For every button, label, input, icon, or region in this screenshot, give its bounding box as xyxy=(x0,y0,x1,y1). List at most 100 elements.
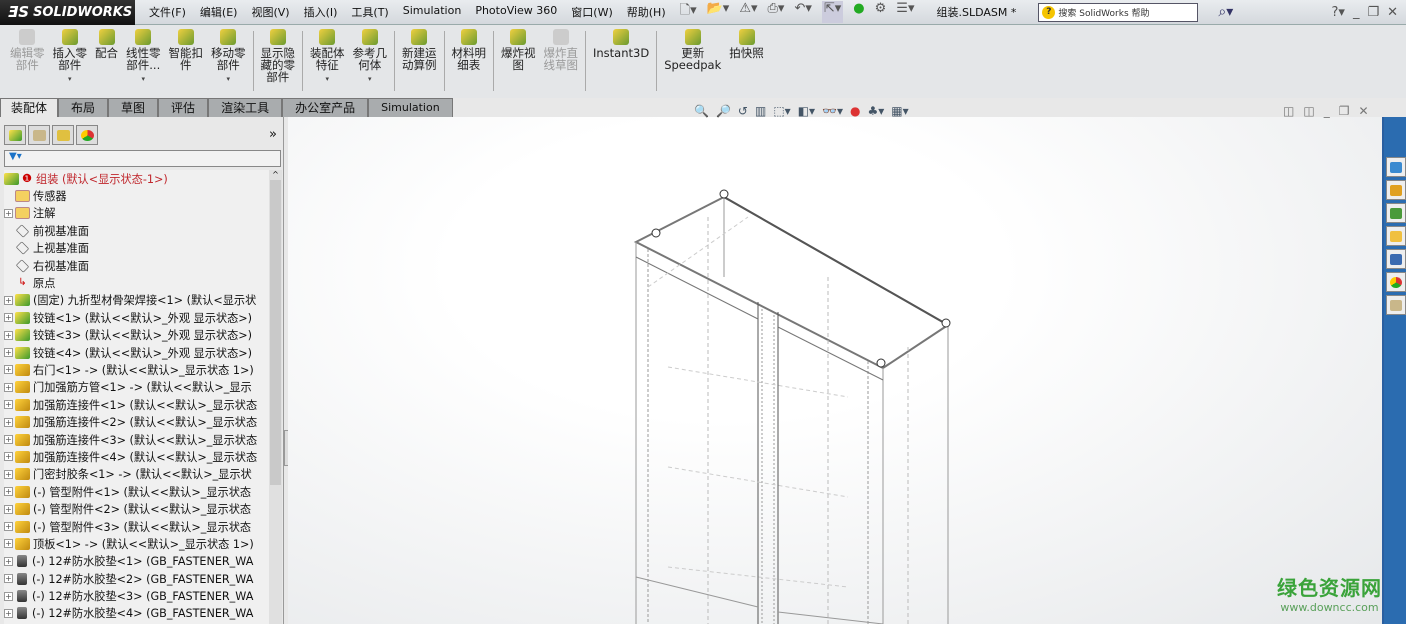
zoom-to-area-icon[interactable]: 🔎 xyxy=(716,104,731,118)
open-icon[interactable]: 📂▾ xyxy=(707,1,730,23)
minimize-icon[interactable]: _ xyxy=(1353,5,1360,20)
expand-icon[interactable]: + xyxy=(4,330,13,340)
dropdown-icon[interactable]: ▾ xyxy=(141,73,145,85)
tree-item[interactable]: + 门密封胶条<1> -> (默认<<默认>_显示状 xyxy=(4,466,269,483)
menu-item[interactable]: 插入(I) xyxy=(304,4,338,20)
tile-left-icon[interactable]: ◫ xyxy=(1283,104,1294,118)
command-button[interactable]: 编辑零 部件 xyxy=(6,29,49,71)
appearances-tab[interactable] xyxy=(1386,272,1406,292)
expand-icon[interactable]: + xyxy=(4,382,13,392)
command-button[interactable]: 智能扣 件 xyxy=(165,29,208,71)
dropdown-icon[interactable]: ▾ xyxy=(226,73,230,85)
help-dropdown-icon[interactable]: ?▾ xyxy=(1332,5,1345,20)
tree-item[interactable]: + (-) 管型附件<1> (默认<<默认>_显示状态 xyxy=(4,483,269,500)
expand-icon[interactable]: + xyxy=(4,348,13,358)
expand-icon[interactable]: + xyxy=(4,400,13,410)
tree-item[interactable]: + 加强筋连接件<3> (默认<<默认>_显示状态 xyxy=(4,431,269,448)
tree-item[interactable]: 前视基准面 xyxy=(4,222,269,239)
tree-item[interactable]: + (-) 12#防水胶垫<2> (GB_FASTENER_WA xyxy=(4,570,269,587)
expand-icon[interactable]: + xyxy=(4,295,13,305)
command-button[interactable]: 爆炸直 线草图 xyxy=(540,29,583,71)
tile-right-icon[interactable]: ◫ xyxy=(1303,104,1314,118)
command-button[interactable]: 移动零 部件 ▾ xyxy=(207,29,250,85)
zoom-to-fit-icon[interactable]: 🔍 xyxy=(694,104,709,118)
tree-item[interactable]: 右视基准面 xyxy=(4,257,269,274)
new-icon[interactable]: 🗋▾ xyxy=(680,1,697,23)
command-button[interactable]: 材料明 细表 xyxy=(448,29,491,71)
help-search-input[interactable]: ? 搜索 SolidWorks 帮助 xyxy=(1038,2,1199,22)
tab[interactable]: 渲染工具 xyxy=(208,98,283,117)
select-icon[interactable]: ⇱▾ xyxy=(821,1,844,23)
options-icon[interactable]: ⚙ xyxy=(875,1,887,23)
tab[interactable]: 布局 xyxy=(58,98,109,117)
section-view-icon[interactable]: ▥ xyxy=(755,104,766,118)
display-manager-tab[interactable] xyxy=(76,125,98,145)
tree-scrollbar[interactable]: ^ xyxy=(269,170,282,624)
dropdown-icon[interactable]: ▾ xyxy=(68,73,72,85)
undo-icon[interactable]: ↶▾ xyxy=(794,1,811,23)
tree-root[interactable]: ❶ 组装 (默认<显示状态-1>) xyxy=(4,170,269,187)
menu-item[interactable]: 文件(F) xyxy=(149,4,186,20)
graphics-viewport[interactable] xyxy=(288,117,1382,624)
configurationmanager-tab[interactable] xyxy=(52,125,74,145)
tree-item[interactable]: + (-) 12#防水胶垫<3> (GB_FASTENER_WA xyxy=(4,587,269,604)
command-button[interactable]: 爆炸视 图 xyxy=(497,29,540,71)
view-settings-icon[interactable]: ▦▾ xyxy=(891,104,908,118)
close-doc-icon[interactable]: ✕ xyxy=(1358,104,1368,118)
expand-icon[interactable]: + xyxy=(4,504,13,514)
scene-icon[interactable]: ♣▾ xyxy=(868,104,885,118)
tree-item[interactable]: + 铰链<3> (默认<<默认>_外观 显示状态>) xyxy=(4,327,269,344)
expand-icon[interactable]: + xyxy=(4,208,13,218)
file-explorer-tab[interactable] xyxy=(1386,203,1406,223)
tree-item[interactable]: + (-) 12#防水胶垫<4> (GB_FASTENER_WA xyxy=(4,605,269,622)
command-button[interactable]: 参考几 何体 ▾ xyxy=(349,29,392,85)
tree-filter[interactable]: ▼▾ xyxy=(4,150,281,167)
display-style-icon[interactable]: ◧▾ xyxy=(798,104,815,118)
expand-icon[interactable]: + xyxy=(4,522,13,531)
expand-icon[interactable]: + xyxy=(4,417,13,427)
edit-appearance-icon[interactable]: ● xyxy=(850,104,860,118)
menu-item[interactable]: 视图(V) xyxy=(251,4,289,20)
expand-icon[interactable]: + xyxy=(4,313,13,323)
custom-properties-tab[interactable] xyxy=(1386,295,1406,315)
featuremanager-tab[interactable] xyxy=(4,125,26,145)
expand-icon[interactable]: + xyxy=(4,591,13,601)
command-button[interactable]: 装配体 特征 ▾ xyxy=(306,29,349,85)
expand-icon[interactable]: + xyxy=(4,487,13,497)
tree-item[interactable]: + (-) 12#防水胶垫<1> (GB_FASTENER_WA xyxy=(4,553,269,570)
tree-item[interactable]: + 加强筋连接件<1> (默认<<默认>_显示状态 xyxy=(4,396,269,413)
tree-item[interactable]: 上视基准面 xyxy=(4,240,269,257)
menu-item[interactable]: 工具(T) xyxy=(351,4,388,20)
view-orientation-icon[interactable]: ⬚▾ xyxy=(773,104,790,118)
menu-item[interactable]: PhotoView 360 xyxy=(475,4,557,20)
solidworks-logo[interactable]: ƎS SOLIDWORKS xyxy=(0,0,135,25)
tree-item[interactable]: + (固定) 九折型材骨架焊接<1> (默认<显示状 xyxy=(4,292,269,309)
command-button[interactable]: 显示隐 藏的零 部件 xyxy=(257,29,300,83)
tab[interactable]: 装配体 xyxy=(0,98,59,117)
dropdown-icon[interactable]: ▾ xyxy=(368,73,372,85)
tree-item[interactable]: + 注解 xyxy=(4,205,269,222)
traffic-light-icon[interactable]: ● xyxy=(853,1,864,23)
print-icon[interactable]: ⎙▾ xyxy=(768,1,785,23)
tab[interactable]: 草图 xyxy=(108,98,159,117)
tab[interactable]: 评估 xyxy=(158,98,209,117)
restore-icon[interactable]: ❐ xyxy=(1367,5,1379,20)
tree-item[interactable]: + 铰链<1> (默认<<默认>_外观 显示状态>) xyxy=(4,309,269,326)
expand-icon[interactable]: + xyxy=(4,435,13,445)
expand-icon[interactable]: + xyxy=(4,539,13,549)
command-button[interactable]: 更新 Speedpak xyxy=(660,29,725,71)
menu-item[interactable]: Simulation xyxy=(403,4,462,20)
search-icon[interactable]: ⌕▾ xyxy=(1218,4,1233,20)
command-button[interactable]: 拍快照 xyxy=(725,29,768,59)
restore-doc-icon[interactable]: ❐ xyxy=(1339,104,1350,118)
tree-item[interactable]: + 右门<1> -> (默认<<默认>_显示状态 1>) xyxy=(4,361,269,378)
command-button[interactable]: Instant3D xyxy=(589,29,653,59)
tree-item[interactable]: + 顶板<1> -> (默认<<默认>_显示状态 1>) xyxy=(4,535,269,552)
expand-icon[interactable]: + xyxy=(4,452,13,462)
command-button[interactable]: 插入零 部件 ▾ xyxy=(49,29,92,85)
rebuild-icon[interactable]: ⚠▾ xyxy=(739,1,757,23)
list-icon[interactable]: ☰▾ xyxy=(896,1,914,23)
expand-icon[interactable]: + xyxy=(4,608,13,618)
tree-item[interactable]: ↳ 原点 xyxy=(4,274,269,291)
command-button[interactable]: 新建运 动算例 xyxy=(398,29,441,71)
